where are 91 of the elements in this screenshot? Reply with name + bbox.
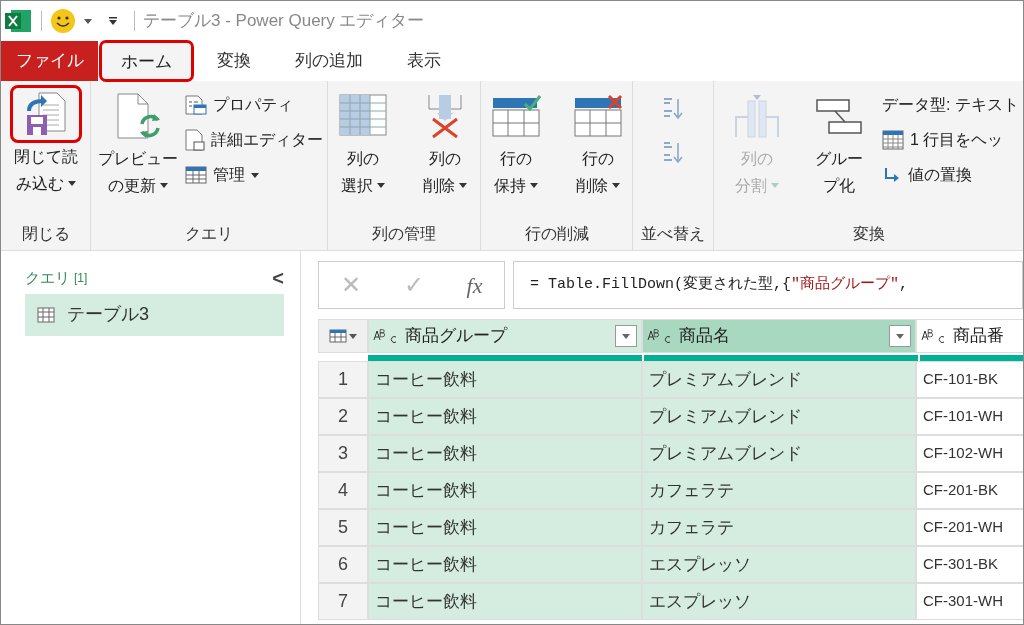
document-editor-icon <box>185 129 206 151</box>
column-split-icon <box>734 93 781 139</box>
row-remove-icon <box>572 94 623 138</box>
table-cell: コーヒー飲料 <box>368 472 642 509</box>
row-number: 2 <box>318 398 368 435</box>
column-header[interactable]: 商品番 <box>916 319 1023 353</box>
table-cell: CF-102-WH <box>916 435 1023 472</box>
table-grid-icon <box>882 130 905 150</box>
column-header[interactable]: 商品グループ <box>368 319 642 353</box>
table-menu-button[interactable] <box>318 319 368 353</box>
table-icon <box>37 306 55 323</box>
ribbon-tab[interactable]: ホーム <box>100 41 193 81</box>
table-cell: CF-101-BK <box>916 361 1023 398</box>
group-by-icon <box>815 96 864 136</box>
ribbon-button[interactable]: 行の 削除 <box>558 87 637 199</box>
group-label: 並べ替え <box>641 224 706 244</box>
row-number: 1 <box>318 361 368 398</box>
column-name: 商品グループ <box>405 325 507 348</box>
table-cell: CF-201-BK <box>916 472 1023 509</box>
group-label: 閉じる <box>21 224 70 244</box>
group-label: クエリ <box>185 224 234 244</box>
text-type-icon <box>921 328 945 344</box>
text-type-icon <box>373 328 397 344</box>
table-cell: コーヒー飲料 <box>368 398 642 435</box>
caret-icon <box>622 333 630 339</box>
table-cell: プレミアムブレンド <box>642 361 916 398</box>
ribbon-button[interactable]: データ型: テキスト <box>882 91 1019 119</box>
filter-dropdown-button[interactable] <box>889 325 911 347</box>
table-cell: カフェラテ <box>642 472 916 509</box>
ribbon-tab[interactable]: 列の追加 <box>275 41 383 81</box>
table-icon <box>329 329 347 343</box>
text-type-icon <box>647 328 671 344</box>
sort-descending-icon <box>662 141 685 165</box>
collapse-button[interactable]: < <box>272 268 284 289</box>
group-label: 列の管理 <box>372 224 437 244</box>
ribbon-button[interactable]: 列の 選択 <box>324 87 403 199</box>
column-name: 商品番 <box>953 325 1004 348</box>
ribbon-button[interactable]: 1 行目をヘッ <box>882 126 1019 154</box>
file-tab[interactable]: ファイル <box>1 41 98 81</box>
table-cell: コーヒー飲料 <box>368 361 642 398</box>
table-cell: コーヒー飲料 <box>368 509 642 546</box>
table-cell: CF-301-BK <box>916 546 1023 583</box>
row-check-icon <box>490 94 541 138</box>
customize-toolbar-icon <box>108 16 118 26</box>
table-cell: コーヒー飲料 <box>368 435 642 472</box>
window-title: テーブル3 - Power Query エディター <box>143 10 425 33</box>
close-and-load-icon <box>24 91 67 137</box>
ribbon-tab[interactable]: 変換 <box>197 41 271 81</box>
table-cell: エスプレッソ <box>642 583 916 620</box>
caret-icon <box>896 333 904 339</box>
formula-field[interactable]: = Table.FillDown(変更された型,{"商品グループ", <box>513 261 1023 309</box>
table-cell: コーヒー飲料 <box>368 546 642 583</box>
row-number: 3 <box>318 435 368 472</box>
table-cell: CF-101-WH <box>916 398 1023 435</box>
query-count: [1] <box>74 270 88 288</box>
pane-title: クエリ <box>25 268 70 288</box>
caret-icon <box>84 18 92 24</box>
filter-dropdown-button[interactable] <box>615 325 637 347</box>
properties-icon <box>185 95 208 115</box>
row-number: 7 <box>318 583 368 620</box>
table-cell: エスプレッソ <box>642 546 916 583</box>
table-icon <box>185 166 208 184</box>
row-number: 4 <box>318 472 368 509</box>
ribbon-button[interactable]: 値の置換 <box>882 161 1019 189</box>
ribbon-button[interactable]: 閉じて読 み込む <box>6 87 85 197</box>
ribbon-button[interactable]: 詳細エディター <box>185 126 324 154</box>
sort-ascending-icon <box>662 97 685 121</box>
ribbon-tab[interactable]: 表示 <box>387 41 461 81</box>
group-label: 行の削減 <box>524 224 589 244</box>
page-refresh-icon <box>116 92 161 140</box>
query-item[interactable]: テーブル3 <box>25 293 284 336</box>
table-cell: プレミアムブレンド <box>642 435 916 472</box>
ribbon-button[interactable]: プロパティ <box>185 91 324 119</box>
ribbon-button[interactable]: グルー プ化 <box>800 87 879 199</box>
row-number: 5 <box>318 509 368 546</box>
group-label: 変換 <box>852 224 885 244</box>
table-cell: CF-301-WH <box>916 583 1023 620</box>
table-cell: プレミアムブレンド <box>642 398 916 435</box>
column-header[interactable]: 商品名 <box>642 319 916 353</box>
ribbon-button[interactable]: 管理 <box>185 161 324 189</box>
excel-icon <box>5 8 33 34</box>
smiley-icon <box>50 8 76 34</box>
caret-icon <box>349 333 357 339</box>
ribbon-button[interactable]: プレビュー の更新 <box>95 87 182 199</box>
column-name: 商品名 <box>679 325 730 348</box>
table-cell: カフェラテ <box>642 509 916 546</box>
row-number: 6 <box>318 546 368 583</box>
table-grid-icon <box>339 93 388 139</box>
function-button[interactable]: fx <box>466 268 483 302</box>
table-cell: コーヒー飲料 <box>368 583 642 620</box>
table-cell: CF-201-WH <box>916 509 1023 546</box>
